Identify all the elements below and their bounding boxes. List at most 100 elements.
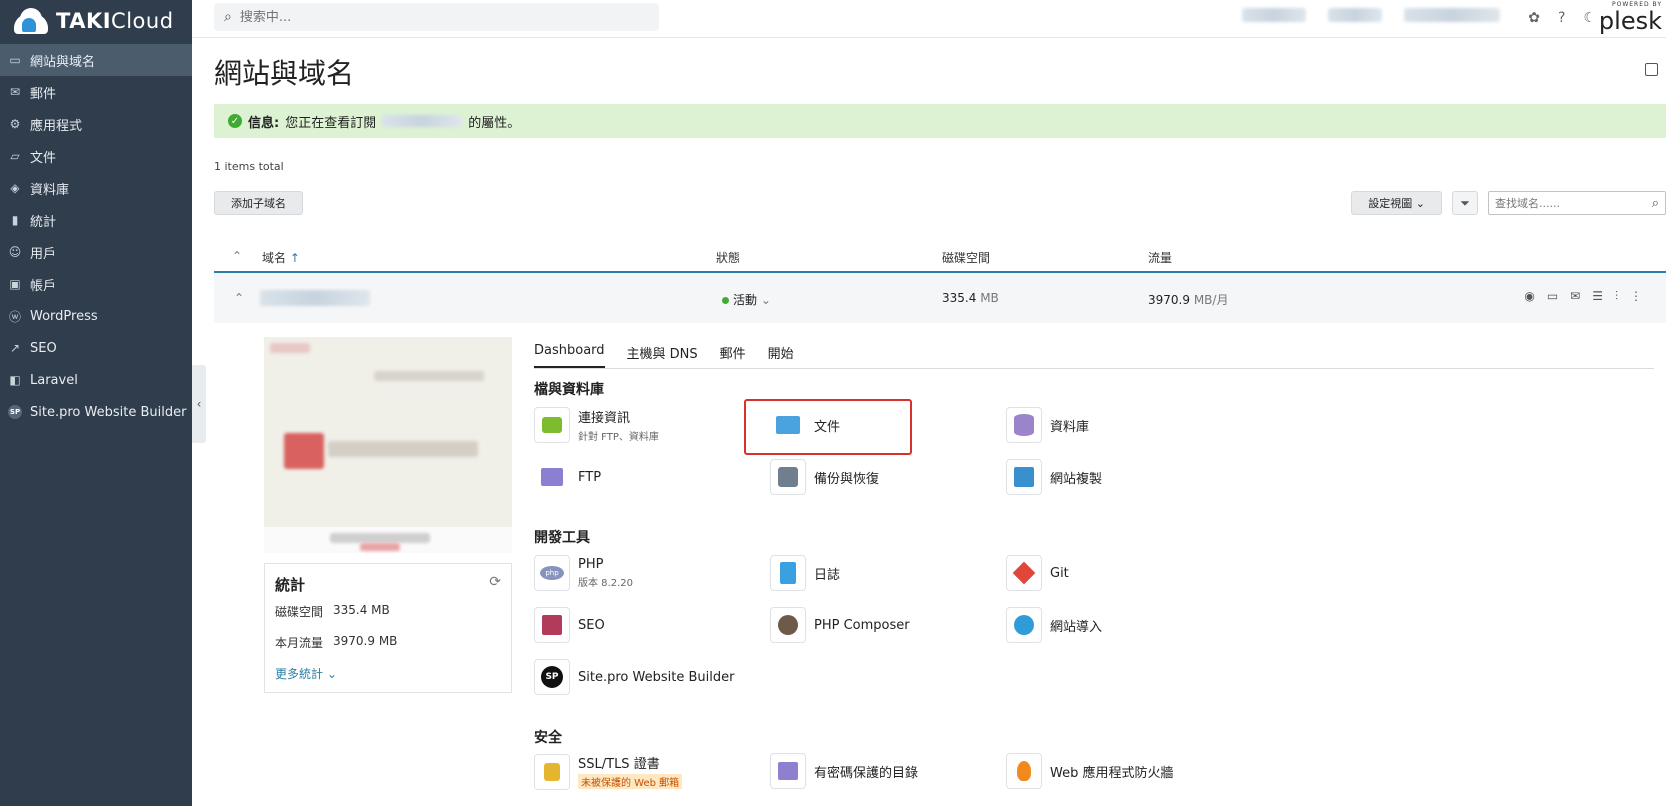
tile-connection-info[interactable]: 連接資訊 針對 FTP、資料庫: [534, 407, 659, 443]
collapse-row-icon[interactable]: ⌃: [234, 291, 244, 305]
filter-icon[interactable]: ⏷: [1452, 191, 1478, 215]
panel-toggle-icon[interactable]: [1645, 63, 1658, 76]
laravel-icon: ◧: [9, 373, 21, 387]
status-badge[interactable]: 活動 ⌄: [722, 291, 771, 308]
tile-php[interactable]: php PHP 版本 8.2.20: [534, 555, 633, 591]
page-title: 網站與域名: [214, 57, 355, 90]
sidebar-collapse-button[interactable]: ‹: [192, 365, 206, 443]
fire-icon: [1006, 753, 1042, 789]
topbar-icons: ✿ ? ☾: [1528, 10, 1596, 26]
traffic-usage: 3970.9 MB/月: [1148, 293, 1229, 307]
backup-icon: [770, 459, 806, 495]
column-disk[interactable]: 磁碟空間: [942, 249, 990, 266]
git-icon: [1006, 555, 1042, 591]
site-preview[interactable]: [264, 337, 512, 527]
column-traffic[interactable]: 流量: [1148, 249, 1172, 266]
sidebar-item-applications[interactable]: ⚙ 應用程式: [0, 108, 192, 140]
list-toolbar: 添加子域名 設定視圖 ⌄ ⏷ ⌕: [214, 191, 1666, 217]
sidebar-item-wordpress[interactable]: ⓦ WordPress: [0, 300, 192, 332]
more-stats-link[interactable]: 更多統計 ⌄: [275, 665, 501, 682]
info-banner: ✓ 信息: 您正在查看訂閱 的屬性。: [214, 104, 1666, 138]
plesk-logo: POWERED BY plesk: [1598, 1, 1662, 35]
tile-protected-dirs[interactable]: 有密碼保護的目錄: [770, 753, 918, 789]
preview-caption: [264, 527, 512, 553]
search-input[interactable]: [239, 9, 620, 25]
section-files-databases: 檔與資料庫: [534, 382, 604, 398]
check-circle-icon: ✓: [228, 114, 242, 128]
main-content: 網站與域名 ✓ 信息: 您正在查看訂閱 的屬性。 1 items total 添…: [214, 38, 1666, 793]
dark-mode-icon[interactable]: ☾: [1583, 10, 1596, 26]
stats-disk: 磁碟空間 335.4 MB: [275, 603, 390, 619]
redacted-domain-name[interactable]: [260, 290, 370, 306]
column-domain[interactable]: 域名 ↑: [262, 249, 300, 266]
tile-ftp[interactable]: FTP: [534, 459, 601, 495]
set-view-button[interactable]: 設定視圖 ⌄: [1351, 191, 1442, 215]
add-subdomain-button[interactable]: 添加子域名: [214, 191, 303, 215]
sidebar-item-sitepro[interactable]: SP Site.pro Website Builder: [0, 396, 192, 428]
import-globe-icon: [1006, 607, 1042, 643]
tile-waf[interactable]: Web 應用程式防火牆: [1006, 753, 1173, 789]
folder-icon: ▱: [10, 149, 20, 163]
tab-dashboard[interactable]: Dashboard: [534, 343, 605, 368]
tile-ssl[interactable]: SSL/TLS 證書 未被保護的 Web 郵箱: [534, 753, 683, 790]
redacted-text: [1328, 8, 1382, 22]
tab-start[interactable]: 開始: [768, 343, 794, 368]
tile-sitepro[interactable]: SP Site.pro Website Builder: [534, 659, 734, 695]
composer-icon: [770, 607, 806, 643]
redacted-text: [1404, 8, 1500, 22]
sidebar-item-users[interactable]: ☺ 用戶: [0, 236, 192, 268]
cloud-logo-icon: [10, 8, 50, 34]
redacted-subscription: [382, 115, 463, 127]
tile-logs[interactable]: 日誌: [770, 555, 840, 591]
find-domain-input[interactable]: [1495, 196, 1640, 210]
mail-icon[interactable]: ✉: [1570, 289, 1580, 304]
row-actions: ◉ ▭ ✉ ☰ ⫶ ⋮: [1524, 289, 1642, 304]
domain-detail: 統計 ⟳ 磁碟空間 335.4 MB 本月流量 3970.9 MB 更多統計 ⌄ D…: [214, 323, 1666, 793]
more-options-icon[interactable]: ⋮: [1630, 289, 1642, 304]
sidebar-item-account[interactable]: ▣ 帳戶: [0, 268, 192, 300]
sidebar-item-seo[interactable]: ↗ SEO: [0, 332, 192, 364]
sidebar-item-mail[interactable]: ✉ 郵件: [0, 76, 192, 108]
sidebar: TAKICloud ▭ 網站與域名 ✉ 郵件 ⚙ 應用程式 ▱ 文件 ◈ 資料庫 ▮ 統計 …: [0, 0, 192, 806]
lock-icon: [534, 753, 570, 790]
refresh-icon[interactable]: ⟳: [489, 574, 501, 590]
tile-seo[interactable]: SEO: [534, 607, 605, 643]
collapse-all-icon[interactable]: ⌃: [232, 249, 242, 263]
tab-hosting-dns[interactable]: 主機與 DNS: [627, 343, 698, 368]
sidebar-item-websites[interactable]: ▭ 網站與域名: [0, 44, 192, 76]
find-domain-field[interactable]: ⌕: [1488, 191, 1666, 215]
tile-backup[interactable]: 備份與恢復: [770, 459, 879, 495]
plug-icon: [534, 407, 570, 443]
sidebar-item-databases[interactable]: ◈ 資料庫: [0, 172, 192, 204]
folder-icon[interactable]: ▭: [1547, 289, 1558, 304]
protected-folder-icon: [770, 753, 806, 789]
mail-icon: ✉: [9, 85, 21, 99]
column-status[interactable]: 狀態: [716, 249, 740, 266]
tile-databases[interactable]: 資料庫: [1006, 407, 1089, 443]
stats-title: 統計: [275, 576, 306, 594]
highlight-box: [744, 399, 912, 455]
sidebar-item-files[interactable]: ▱ 文件: [0, 140, 192, 172]
php-icon[interactable]: ◉: [1524, 289, 1534, 304]
stats-traffic: 本月流量 3970.9 MB: [275, 634, 398, 650]
settings-sliders-icon[interactable]: ⫶: [1615, 289, 1618, 304]
tab-mail[interactable]: 郵件: [720, 343, 746, 368]
sidebar-item-statistics[interactable]: ▮ 統計: [0, 204, 192, 236]
sitepro-icon: SP: [534, 659, 570, 695]
database-icon[interactable]: ☰: [1592, 289, 1603, 304]
extensions-icon[interactable]: ✿: [1528, 10, 1540, 26]
sidebar-item-laravel[interactable]: ◧ Laravel: [0, 364, 192, 396]
global-search[interactable]: ⌕: [214, 3, 659, 31]
logo[interactable]: TAKICloud: [0, 0, 192, 42]
search-icon: ⌕: [224, 9, 232, 25]
help-icon[interactable]: ?: [1558, 10, 1565, 26]
tile-php-composer[interactable]: PHP Composer: [770, 607, 910, 643]
monitor-icon: ▭: [9, 53, 21, 67]
seo-chart-icon: [534, 607, 570, 643]
stats-card: 統計 ⟳ 磁碟空間 335.4 MB 本月流量 3970.9 MB 更多統計 ⌄: [264, 563, 512, 693]
tile-website-import[interactable]: 網站導入: [1006, 607, 1102, 643]
tile-git[interactable]: Git: [1006, 555, 1069, 591]
tile-website-copy[interactable]: 網站複製: [1006, 459, 1102, 495]
seo-icon: ↗: [9, 341, 21, 355]
user-icon: ☺: [8, 245, 22, 259]
